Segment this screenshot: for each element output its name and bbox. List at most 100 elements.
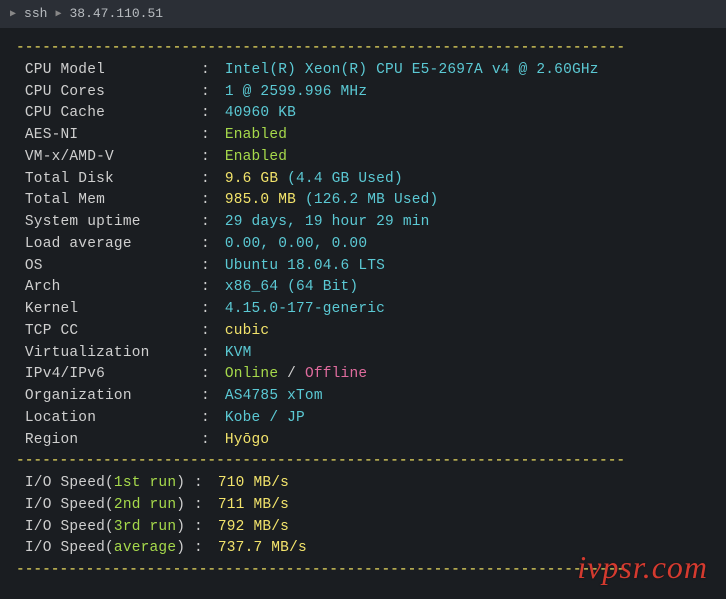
- io-row: I/O Speed(2nd run) : 711 MB/s: [16, 495, 710, 517]
- terminal-output: ----------------------------------------…: [0, 28, 726, 582]
- colon: :: [201, 60, 219, 82]
- colon: :: [201, 82, 219, 104]
- info-label: Kernel: [16, 299, 201, 321]
- colon: :: [194, 495, 212, 517]
- info-row: System uptime : 29 days, 19 hour 29 min: [16, 212, 710, 234]
- info-row: OS : Ubuntu 18.04.6 LTS: [16, 256, 710, 278]
- info-value: 29 days, 19 hour 29 min: [225, 212, 430, 234]
- colon: :: [201, 234, 219, 256]
- info-row: IPv4/IPv6 : Online / Offline: [16, 364, 710, 386]
- info-value: (126.2 MB Used): [305, 190, 439, 212]
- info-value: Offline: [305, 364, 367, 386]
- info-label: IPv4/IPv6: [16, 364, 201, 386]
- colon: :: [201, 277, 219, 299]
- chevron-right-icon: ▶: [55, 7, 61, 22]
- info-value: Intel(R) Xeon(R) CPU E5-2697A v4 @ 2.60G…: [225, 60, 599, 82]
- info-row: CPU Model : Intel(R) Xeon(R) CPU E5-2697…: [16, 60, 710, 82]
- info-row: Total Disk : 9.6 GB (4.4 GB Used): [16, 169, 710, 191]
- info-label: Arch: [16, 277, 201, 299]
- info-row: AES-NI : Enabled: [16, 125, 710, 147]
- io-row: I/O Speed(1st run) : 710 MB/s: [16, 473, 710, 495]
- colon: :: [194, 517, 212, 539]
- colon: :: [201, 212, 219, 234]
- info-label: Total Disk: [16, 169, 201, 191]
- colon: :: [201, 386, 219, 408]
- io-label: I/O Speed(average): [16, 538, 194, 560]
- info-row: TCP CC : cubic: [16, 321, 710, 343]
- title-ssh: ssh: [24, 4, 47, 24]
- info-row: Load average : 0.00, 0.00, 0.00: [16, 234, 710, 256]
- title-bar: ▶ ssh ▶ 38.47.110.51: [0, 0, 726, 28]
- info-row: Virtualization : KVM: [16, 343, 710, 365]
- info-label: Load average: [16, 234, 201, 256]
- io-row: I/O Speed(3rd run) : 792 MB/s: [16, 517, 710, 539]
- info-value: 40960 KB: [225, 103, 296, 125]
- info-value: Ubuntu 18.04.6 LTS: [225, 256, 385, 278]
- colon: :: [201, 190, 219, 212]
- io-value: 792 MB/s: [218, 517, 289, 539]
- colon: :: [201, 430, 219, 452]
- divider-line: ----------------------------------------…: [16, 451, 710, 473]
- info-row: Location : Kobe / JP: [16, 408, 710, 430]
- info-label: VM-x/AMD-V: [16, 147, 201, 169]
- divider-line: ----------------------------------------…: [16, 38, 710, 60]
- info-label: System uptime: [16, 212, 201, 234]
- info-label: Total Mem: [16, 190, 201, 212]
- info-label: TCP CC: [16, 321, 201, 343]
- info-value: KVM: [225, 343, 252, 365]
- info-value: /: [278, 364, 305, 386]
- chevron-right-icon: ▶: [10, 7, 16, 22]
- io-value: 737.7 MB/s: [218, 538, 307, 560]
- colon: :: [201, 299, 219, 321]
- info-label: OS: [16, 256, 201, 278]
- info-label: Location: [16, 408, 201, 430]
- io-label: I/O Speed(2nd run): [16, 495, 194, 517]
- colon: :: [201, 125, 219, 147]
- info-value: cubic: [225, 321, 270, 343]
- colon: :: [201, 408, 219, 430]
- colon: :: [201, 364, 219, 386]
- colon: :: [201, 343, 219, 365]
- info-value: (4.4 GB Used): [287, 169, 403, 191]
- colon: :: [201, 147, 219, 169]
- info-row: Total Mem : 985.0 MB (126.2 MB Used): [16, 190, 710, 212]
- info-value: 9.6 GB: [225, 169, 287, 191]
- info-row: CPU Cores : 1 @ 2599.996 MHz: [16, 82, 710, 104]
- colon: :: [194, 473, 212, 495]
- info-value: Online: [225, 364, 278, 386]
- info-value: Enabled: [225, 125, 287, 147]
- info-label: CPU Cores: [16, 82, 201, 104]
- info-value: 0.00, 0.00, 0.00: [225, 234, 367, 256]
- info-value: 985.0 MB: [225, 190, 305, 212]
- info-label: CPU Cache: [16, 103, 201, 125]
- colon: :: [201, 256, 219, 278]
- info-label: AES-NI: [16, 125, 201, 147]
- info-row: Organization : AS4785 xTom: [16, 386, 710, 408]
- colon: :: [194, 538, 212, 560]
- info-label: Organization: [16, 386, 201, 408]
- colon: :: [201, 169, 219, 191]
- io-value: 711 MB/s: [218, 495, 289, 517]
- info-value: AS4785 xTom: [225, 386, 323, 408]
- io-value: 710 MB/s: [218, 473, 289, 495]
- colon: :: [201, 103, 219, 125]
- info-row: Kernel : 4.15.0-177-generic: [16, 299, 710, 321]
- title-host: 38.47.110.51: [69, 4, 163, 24]
- info-value: 4.15.0-177-generic: [225, 299, 385, 321]
- info-label: Virtualization: [16, 343, 201, 365]
- info-label: Region: [16, 430, 201, 452]
- info-value: 1 @ 2599.996 MHz: [225, 82, 367, 104]
- colon: :: [201, 321, 219, 343]
- info-value: Hyōgo: [225, 430, 270, 452]
- info-row: CPU Cache : 40960 KB: [16, 103, 710, 125]
- info-row: Arch : x86_64 (64 Bit): [16, 277, 710, 299]
- info-value: x86_64 (64 Bit): [225, 277, 359, 299]
- info-row: VM-x/AMD-V : Enabled: [16, 147, 710, 169]
- info-value: Enabled: [225, 147, 287, 169]
- info-label: CPU Model: [16, 60, 201, 82]
- watermark: ivpsr.com: [577, 543, 708, 591]
- info-value: Kobe / JP: [225, 408, 305, 430]
- info-row: Region : Hyōgo: [16, 430, 710, 452]
- io-label: I/O Speed(3rd run): [16, 517, 194, 539]
- io-label: I/O Speed(1st run): [16, 473, 194, 495]
